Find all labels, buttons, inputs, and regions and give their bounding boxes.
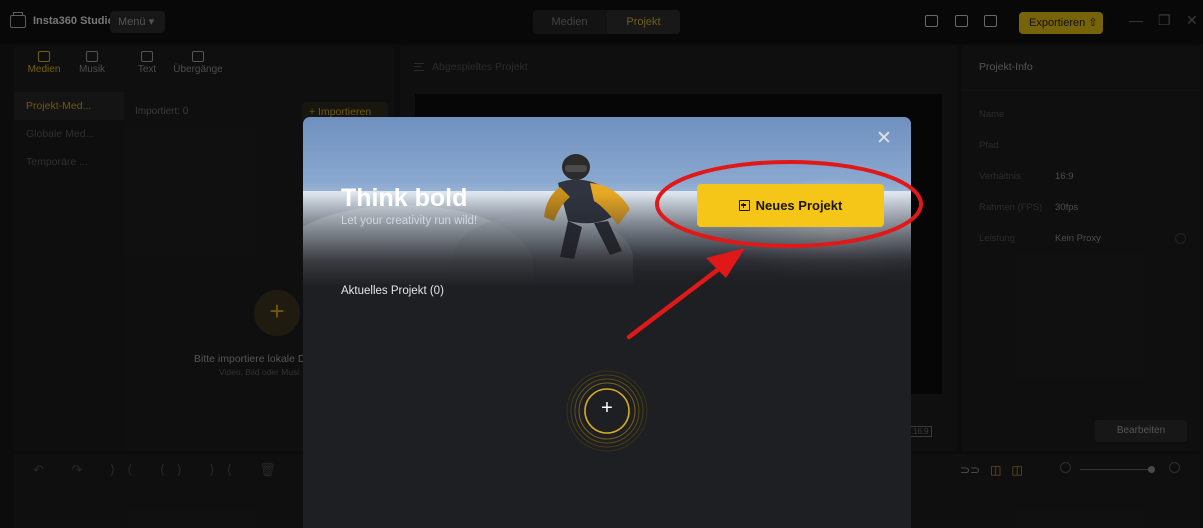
plus-square-icon [738,200,750,211]
insta360-studio-window: Insta360 Studio Menü ▾ Medien Projekt Ex… [0,0,1203,528]
hero-subtitle: Let your creativity run wild! [341,215,478,227]
new-project-label: Neues Projekt [755,198,843,213]
close-icon[interactable]: ✕ [876,129,892,148]
recent-projects-label: Aktuelles Projekt (0) [341,285,444,297]
hero-title: Think bold [341,184,468,212]
new-project-dialog: ✕ Think bold Let your creativity run wil… [303,117,911,528]
new-project-button[interactable]: Neues Projekt [697,184,884,227]
create-plus[interactable]: + [596,397,618,419]
